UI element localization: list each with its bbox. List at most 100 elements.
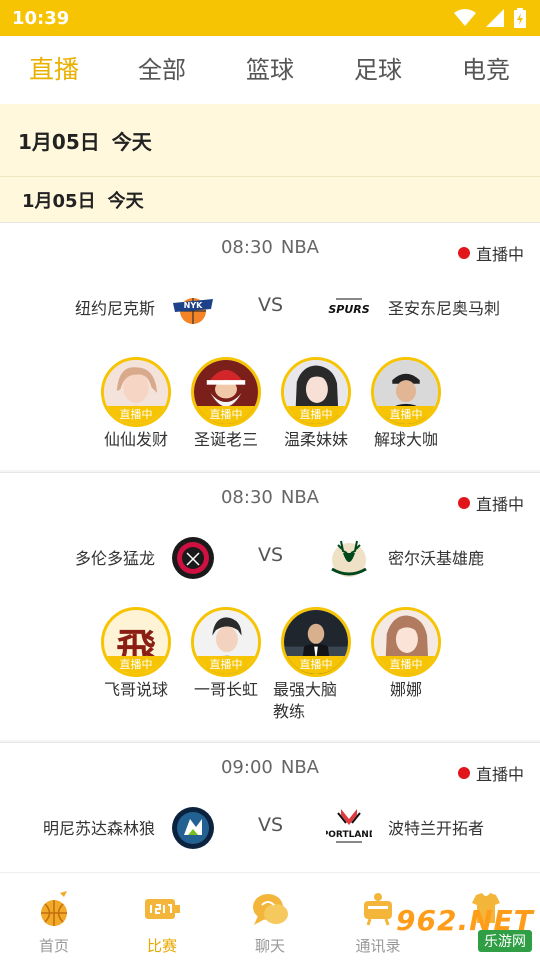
live-status: 直播中 xyxy=(457,241,524,265)
blazers-logo-text: PORTLAND xyxy=(326,830,372,840)
live-dot-icon xyxy=(457,247,470,259)
match-league: NBA xyxy=(280,487,319,508)
match-card[interactable]: 09:00 NBA 直播中 明尼苏达森林狼 VS PORTLAND 波特兰开拓者 xyxy=(0,742,540,872)
anchor-item[interactable]: 直播中 仙仙发财 xyxy=(91,357,181,451)
live-dot-icon xyxy=(457,497,470,509)
live-dot-icon xyxy=(457,767,470,779)
nav-home-label: 首页 xyxy=(38,937,69,955)
match-league: NBA xyxy=(280,757,319,778)
home-team-name: 明尼苏达森林狼 xyxy=(42,819,155,838)
live-badge: 直播中 xyxy=(194,656,258,674)
date-header-date: 1月05日 xyxy=(18,129,100,154)
live-badge: 直播中 xyxy=(104,406,168,424)
anchor-name: 飞哥说球 xyxy=(103,680,168,699)
home-basketball-icon xyxy=(41,891,67,926)
teams-row: 多伦多猛龙 VS 密尔沃基雄鹿 xyxy=(0,533,540,583)
tab-esports[interactable]: 电竞 xyxy=(432,36,540,104)
scoreboard-icon xyxy=(145,899,180,919)
status-bar: 10:39 xyxy=(0,0,540,36)
anchor-name: 温柔妹妹 xyxy=(283,430,348,449)
teams-row: 明尼苏达森林狼 VS PORTLAND 波特兰开拓者 xyxy=(0,803,540,853)
tab-football[interactable]: 足球 xyxy=(324,36,432,104)
svg-text:SPURS: SPURS xyxy=(328,303,369,316)
nav-matches[interactable]: 比赛 xyxy=(108,873,216,960)
tab-live[interactable]: 直播 xyxy=(0,36,108,104)
anchor-avatar: 直播中 xyxy=(191,607,261,677)
anchor-avatar: 直播中 xyxy=(371,607,441,677)
live-status-label: 直播中 xyxy=(475,495,524,514)
live-status-label: 直播中 xyxy=(475,765,524,784)
tab-basketball[interactable]: 篮球 xyxy=(216,36,324,104)
bucks-logo-icon xyxy=(331,540,367,577)
anchor-avatar: 直播中 xyxy=(191,357,261,427)
date-section-date: 1月05日 xyxy=(22,190,96,212)
raptors-logo-icon xyxy=(172,537,214,579)
anchor-name: 一哥长虹 xyxy=(193,680,258,699)
anchor-avatar: 直播中 xyxy=(281,357,351,427)
watermark-logo: 962.NET 乐游网 xyxy=(396,904,534,952)
anchor-item[interactable]: 直播中 最强大脑教练 xyxy=(271,607,361,723)
contacts-icon xyxy=(364,893,392,926)
match-time: 09:00 xyxy=(220,757,273,778)
anchor-avatar: 飛 直播中 xyxy=(101,607,171,677)
wifi-icon xyxy=(454,9,476,26)
anchor-avatar: 直播中 xyxy=(371,357,441,427)
match-time: 08:30 xyxy=(220,487,273,508)
nav-chat[interactable]: 聊天 xyxy=(216,873,324,960)
anchor-name: 圣诞老三 xyxy=(193,430,258,449)
match-time: 08:30 xyxy=(220,237,273,258)
spurs-logo-icon: SPURS xyxy=(328,298,370,316)
anchor-name: 解球大咖 xyxy=(373,430,438,449)
sticky-date-header: 1月05日 今天 xyxy=(0,104,540,176)
anchor-item[interactable]: 直播中 解球大咖 xyxy=(361,357,451,451)
anchor-avatar: 直播中 xyxy=(101,357,171,427)
status-time: 10:39 xyxy=(12,7,70,29)
tab-all[interactable]: 全部 xyxy=(108,36,216,104)
live-status-label: 直播中 xyxy=(475,245,524,264)
teams-row: 纽约尼克斯 NYK VS SPURS 圣安东尼奥马刺 xyxy=(0,283,540,333)
blazers-logo-icon: PORTLAND xyxy=(326,809,372,843)
date-header-day: 今天 xyxy=(111,129,152,154)
nav-home[interactable]: 首页 xyxy=(0,873,108,960)
status-icons xyxy=(454,8,526,28)
timberwolves-logo-icon xyxy=(172,807,214,849)
svg-text:NYK: NYK xyxy=(184,301,203,310)
live-badge: 直播中 xyxy=(284,656,348,674)
live-badge: 直播中 xyxy=(374,406,438,424)
match-league: NBA xyxy=(280,237,319,258)
match-card[interactable]: 08:30 NBA 直播中 多伦多猛龙 VS 密尔沃基雄鹿 飛 直播中 飞哥说球 xyxy=(0,472,540,740)
anchor-item[interactable]: 直播中 温柔妹妹 xyxy=(271,357,361,451)
anchor-item[interactable]: 直播中 娜娜 xyxy=(361,607,451,701)
anchor-name: 娜娜 xyxy=(389,680,422,699)
away-team-name: 密尔沃基雄鹿 xyxy=(388,549,485,568)
live-status: 直播中 xyxy=(457,491,524,515)
versus-label: VS xyxy=(258,544,284,566)
live-badge: 直播中 xyxy=(374,656,438,674)
away-team-name: 波特兰开拓者 xyxy=(388,819,485,838)
anchor-item[interactable]: 直播中 一哥长虹 xyxy=(181,607,271,701)
anchor-name: 仙仙发财 xyxy=(103,430,168,449)
live-badge: 直播中 xyxy=(284,406,348,424)
date-section-day: 今天 xyxy=(107,190,144,212)
nav-chat-label: 聊天 xyxy=(254,937,285,955)
versus-label: VS xyxy=(258,814,284,836)
anchor-item[interactable]: 直播中 圣诞老三 xyxy=(181,357,271,451)
battery-icon xyxy=(514,8,526,28)
category-tabs: 直播 全部 篮球 足球 电竞 xyxy=(0,36,540,104)
anchor-name: 最强大脑教练 xyxy=(273,680,338,721)
versus-label: VS xyxy=(258,294,284,316)
live-badge: 直播中 xyxy=(104,656,168,674)
live-status: 直播中 xyxy=(457,761,524,785)
home-team-name: 纽约尼克斯 xyxy=(74,299,155,318)
nav-matches-label: 比赛 xyxy=(146,937,177,955)
match-card[interactable]: 08:30 NBA 直播中 纽约尼克斯 NYK VS SPURS 圣安东尼奥马刺 … xyxy=(0,222,540,470)
home-team-name: 多伦多猛龙 xyxy=(74,549,155,568)
live-badge: 直播中 xyxy=(194,406,258,424)
away-team-name: 圣安东尼奥马刺 xyxy=(388,299,501,318)
anchor-item[interactable]: 飛 直播中 飞哥说球 xyxy=(91,607,181,701)
anchor-avatar: 直播中 xyxy=(281,607,351,677)
signal-icon xyxy=(486,9,504,27)
date-section-header: 1月05日 今天 xyxy=(0,176,540,222)
chat-bubble-icon xyxy=(253,894,288,925)
watermark-brand: 乐游网 xyxy=(478,930,532,952)
